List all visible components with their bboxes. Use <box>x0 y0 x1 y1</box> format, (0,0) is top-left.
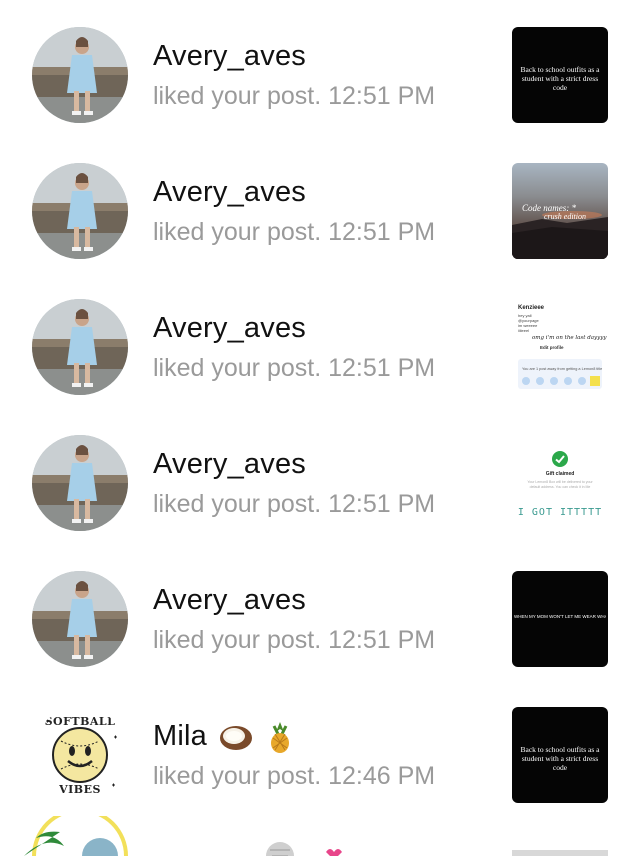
thumbnail-caption: WHEN MY MOM WON'T LET ME WEAR WHAT I WAN… <box>514 614 606 619</box>
thumbnail-subcaption: crush edition <box>544 212 586 221</box>
thumbnail-profile-bio: hey yall @yourpage im weeeee iiiieeel <box>518 313 539 333</box>
thumbnail-info-box: You are 1 post away from getting a Lemon… <box>518 359 602 389</box>
username[interactable]: Avery_aves <box>153 172 493 212</box>
notification-text: Mila liked your post. 12:46 PM <box>153 716 493 796</box>
avatar-photo-icon <box>32 435 128 531</box>
username-text: Mila <box>153 720 207 752</box>
thumbnail-caption: I GOT ITTTTT <box>517 507 603 518</box>
notification-row[interactable]: Avery_aves liked your post. 12:51 PM Bac… <box>0 0 640 136</box>
notification-text: Avery_aves liked your post. 12:51 PM <box>153 36 493 116</box>
notification-row[interactable]: Avery_aves liked your post. 12:51 PM Gif… <box>0 408 640 544</box>
avatar[interactable] <box>32 435 128 531</box>
username[interactable]: Avery_aves <box>153 36 493 76</box>
thumbnail-edit-profile: Edit profile <box>540 345 564 350</box>
thumbnail-profile-name: Kenzieee <box>518 305 545 311</box>
post-thumbnail[interactable]: Code names: * crush edition <box>512 163 608 259</box>
thumbnail-title: Gift claimed <box>545 471 575 477</box>
activity-text: liked your post. 12:51 PM <box>153 218 436 246</box>
avatar[interactable]: SOFTBALL VIBES <box>32 707 128 803</box>
notification-row-partial[interactable] <box>0 808 640 861</box>
activity-text: liked your post. 12:51 PM <box>153 82 436 110</box>
check-icon <box>552 451 568 467</box>
avatar[interactable] <box>32 299 128 395</box>
activity-text: liked your post. 12:51 PM <box>153 626 436 654</box>
avatar-text-bottom: VIBES <box>59 783 101 796</box>
avatar-photo-icon <box>32 27 128 123</box>
avatar-photo-icon <box>32 299 128 395</box>
username[interactable]: Mila <box>153 716 493 756</box>
post-thumbnail[interactable]: Back to school outfits as a student with… <box>512 707 608 803</box>
avatar[interactable] <box>32 571 128 667</box>
partial-row-icons <box>24 808 608 861</box>
thumbnail-caption: Back to school outfits as a student with… <box>520 65 600 92</box>
activity-text: liked your post. 12:46 PM <box>153 762 436 790</box>
notification-text: Avery_aves liked your post. 12:51 PM <box>153 308 493 388</box>
notification-text: Avery_aves liked your post. 12:51 PM <box>153 172 493 252</box>
username[interactable]: Avery_aves <box>153 444 493 484</box>
notification-row[interactable]: SOFTBALL VIBES Mila liked your post. 12:… <box>0 680 640 816</box>
avatar-photo-icon <box>32 571 128 667</box>
activity-text: liked your post. 12:51 PM <box>153 490 436 518</box>
username[interactable]: Avery_aves <box>153 580 493 620</box>
post-thumbnail[interactable]: Gift claimed Your Lemon8 Box will be del… <box>512 435 608 531</box>
avatar[interactable] <box>32 163 128 259</box>
thumbnail-caption: Back to school outfits as a student with… <box>520 745 600 772</box>
progress-dots-icon <box>522 376 600 386</box>
activity-text: liked your post. 12:51 PM <box>153 354 436 382</box>
notification-text: Avery_aves liked your post. 12:51 PM <box>153 580 493 660</box>
notification-row[interactable]: Avery_aves liked your post. 12:51 PM Ken… <box>0 272 640 408</box>
pineapple-emoji-icon <box>270 722 289 754</box>
bio-line: iiiieeel <box>518 328 530 333</box>
thumbnail-handwriting: omg i'm on the last dayyyy <box>532 335 607 341</box>
username[interactable]: Avery_aves <box>153 308 493 348</box>
post-thumbnail[interactable]: WHEN MY MOM WON'T LET ME WEAR WHAT I WAN… <box>512 571 608 667</box>
notification-row[interactable]: Avery_aves liked your post. 12:51 PM WHE… <box>0 544 640 680</box>
thumbnail-subtitle: Your Lemon8 Box will be delivered to you… <box>527 480 593 489</box>
avatar-text-top: SOFTBALL <box>44 715 116 728</box>
avatar-photo-icon <box>32 163 128 259</box>
avatar[interactable] <box>32 27 128 123</box>
notification-row[interactable]: Avery_aves liked your post. 12:51 PM Cod… <box>0 136 640 272</box>
post-thumbnail[interactable]: Kenzieee hey yall @yourpage im weeeee ii… <box>512 299 608 395</box>
notification-text: Avery_aves liked your post. 12:51 PM <box>153 444 493 524</box>
coconut-emoji-icon <box>220 726 253 751</box>
thumbnail-info-text: You are 1 post away from getting a Lemon… <box>522 367 603 371</box>
post-thumbnail[interactable]: Back to school outfits as a student with… <box>512 27 608 123</box>
